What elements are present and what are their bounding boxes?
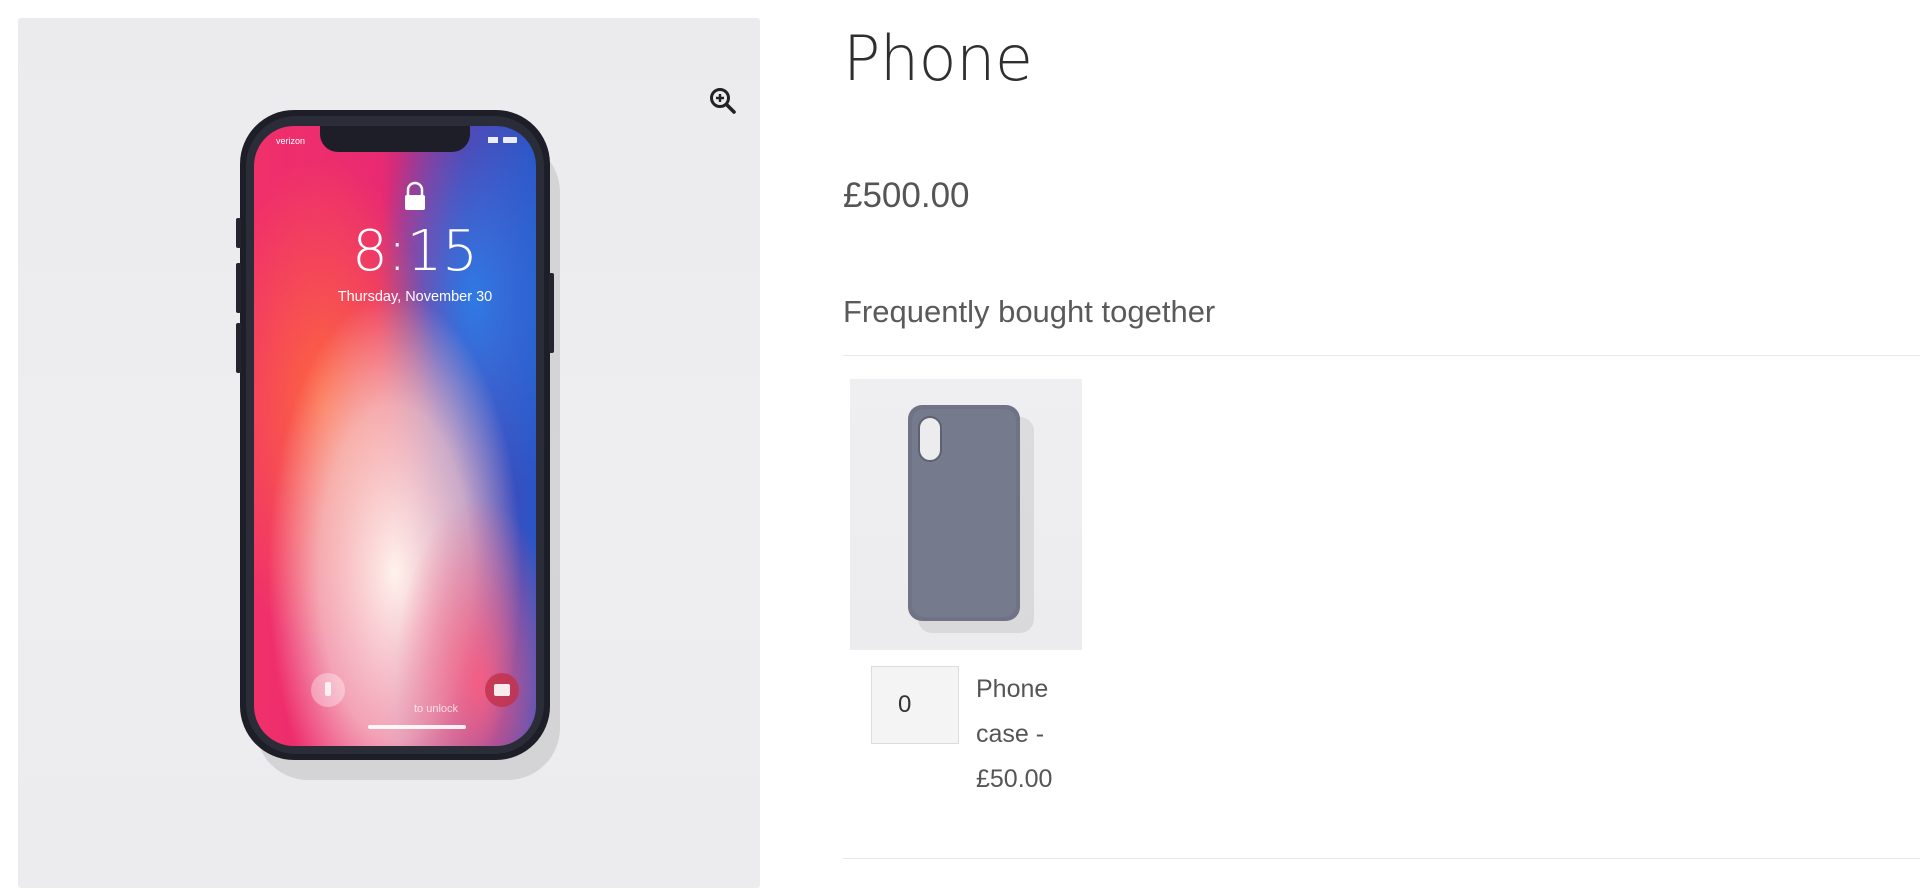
product-title: Phone	[843, 22, 1033, 95]
magnifier-plus-icon	[710, 88, 736, 114]
product-page: verizon 8:15 Thursday, November 30 to un…	[0, 0, 1920, 894]
phone-case-icon	[908, 405, 1034, 633]
bundle-item: Phone case - £50.00	[850, 379, 1082, 799]
product-price: £500.00	[843, 176, 970, 215]
bundle-quantity-input[interactable]	[871, 666, 959, 744]
home-indicator	[368, 725, 466, 729]
bundle-item-name-line2: case -	[976, 720, 1045, 748]
carrier-label: verizon	[276, 136, 305, 146]
bundle-item-name-line1: Phone	[976, 675, 1049, 703]
product-main-image[interactable]: verizon 8:15 Thursday, November 30 to un…	[18, 18, 760, 888]
lockscreen-date: Thursday, November 30	[338, 289, 492, 305]
lockscreen-time: 8:15	[352, 219, 478, 284]
divider	[843, 355, 1920, 356]
unlock-hint: to unlock	[414, 703, 459, 715]
product-gallery: verizon 8:15 Thursday, November 30 to un…	[18, 18, 760, 888]
bundle-item-label[interactable]: Phone case - £50.00	[976, 667, 1076, 802]
frequently-bought-together-heading: Frequently bought together	[843, 294, 1216, 329]
bundle-item-thumbnail[interactable]	[850, 379, 1082, 650]
zoom-button[interactable]	[690, 68, 756, 134]
bundle-item-price: £50.00	[976, 765, 1053, 793]
product-summary: Phone £500.00 Frequently bought together…	[843, 0, 1920, 894]
divider	[843, 858, 1920, 859]
